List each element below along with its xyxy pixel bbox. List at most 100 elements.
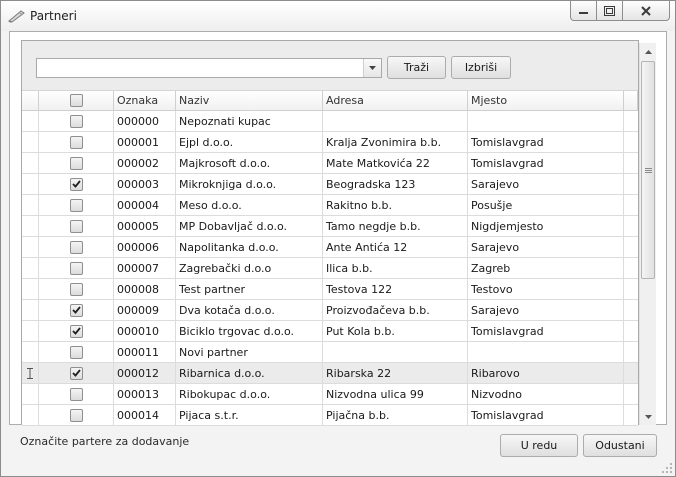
- cell-address[interactable]: Mate Matkovića 22: [323, 153, 468, 173]
- column-header-name[interactable]: Naziv: [176, 91, 323, 110]
- cell-place[interactable]: Tomislavgrad: [468, 405, 624, 425]
- scroll-down-button[interactable]: [640, 408, 656, 425]
- table-row[interactable]: 000013 Ribokupac d.o.o. Nizvodna ulica 99 N…: [22, 384, 638, 405]
- minimize-button[interactable]: [570, 1, 597, 21]
- table-row[interactable]: 000009 Dva kotača d.o.o. Proizvođačeva b.b…: [22, 300, 638, 321]
- cell-name[interactable]: Napolitanka d.o.o.: [176, 237, 323, 257]
- row-checkbox[interactable]: [69, 303, 83, 317]
- delete-button[interactable]: Izbriši: [451, 56, 511, 79]
- cell-code[interactable]: 000007: [114, 258, 176, 278]
- resize-grip-icon[interactable]: [662, 463, 672, 473]
- title-bar[interactable]: Partneri: [1, 1, 675, 31]
- row-checkbox[interactable]: [69, 156, 83, 170]
- row-checkbox[interactable]: [69, 345, 83, 359]
- cell-code[interactable]: 000012: [114, 363, 176, 383]
- cell-name[interactable]: Dva kotača d.o.o.: [176, 300, 323, 320]
- cell-code[interactable]: 000004: [114, 195, 176, 215]
- row-indicator[interactable]: [22, 174, 39, 194]
- cell-address[interactable]: [323, 342, 468, 362]
- column-header-place[interactable]: Mjesto: [468, 91, 624, 110]
- row-indicator[interactable]: [22, 237, 39, 257]
- row-indicator[interactable]: [22, 321, 39, 341]
- cell-code[interactable]: 000003: [114, 174, 176, 194]
- table-row[interactable]: 000008 Test partner Testova 122 Testovo: [22, 279, 638, 300]
- cell-name[interactable]: Majkrosoft d.o.o.: [176, 153, 323, 173]
- cell-address[interactable]: Nizvodna ulica 99: [323, 384, 468, 404]
- column-header-code[interactable]: Oznaka: [114, 91, 176, 110]
- row-indicator[interactable]: [22, 363, 39, 383]
- search-combobox[interactable]: [36, 58, 382, 78]
- row-checkbox[interactable]: [69, 408, 83, 422]
- cell-name[interactable]: Biciklo trgovac d.o.o.: [176, 321, 323, 341]
- table-row[interactable]: 000011 Novi partner: [22, 342, 638, 363]
- cancel-button[interactable]: Odustani: [583, 434, 657, 457]
- cell-name[interactable]: Nepoznati kupac: [176, 111, 323, 131]
- cell-code[interactable]: 000006: [114, 237, 176, 257]
- cell-name[interactable]: Pijaca s.t.r.: [176, 405, 323, 425]
- row-checkbox[interactable]: [69, 387, 83, 401]
- table-row[interactable]: 000007 Zagrebački d.o.o Ilica b.b. Zagreb: [22, 258, 638, 279]
- row-checkbox[interactable]: [69, 261, 83, 275]
- row-checkbox[interactable]: [69, 240, 83, 254]
- scroll-thumb[interactable]: [641, 61, 655, 279]
- row-checkbox[interactable]: [69, 282, 83, 296]
- table-row[interactable]: 000000 Nepoznati kupac: [22, 111, 638, 132]
- table-row[interactable]: 000004 Meso d.o.o. Rakitno b.b. Posušje: [22, 195, 638, 216]
- cell-place[interactable]: Tomislavgrad: [468, 132, 624, 152]
- search-button[interactable]: Traži: [387, 56, 446, 79]
- row-indicator[interactable]: [22, 111, 39, 131]
- cell-code[interactable]: 000001: [114, 132, 176, 152]
- maximize-button[interactable]: [597, 1, 623, 21]
- cell-address[interactable]: Ilica b.b.: [323, 258, 468, 278]
- row-indicator[interactable]: [22, 258, 39, 278]
- cell-address[interactable]: Pijačna b.b.: [323, 405, 468, 425]
- row-indicator[interactable]: [22, 132, 39, 152]
- table-row[interactable]: 000012 Ribarnica d.o.o. Ribarska 22 Ribarov…: [22, 363, 638, 384]
- cell-name[interactable]: Meso d.o.o.: [176, 195, 323, 215]
- cell-name[interactable]: Zagrebački d.o.o: [176, 258, 323, 278]
- row-checkbox[interactable]: [69, 198, 83, 212]
- cell-address[interactable]: Rakitno b.b.: [323, 195, 468, 215]
- cell-code[interactable]: 000014: [114, 405, 176, 425]
- table-row[interactable]: 000005 MP Dobavljač d.o.o. Tamo negdje b.b…: [22, 216, 638, 237]
- cell-code[interactable]: 000011: [114, 342, 176, 362]
- cell-place[interactable]: Posušje: [468, 195, 624, 215]
- row-checkbox[interactable]: [69, 114, 83, 128]
- cell-place[interactable]: Zagreb: [468, 258, 624, 278]
- cell-address[interactable]: Kralja Zvonimira b.b.: [323, 132, 468, 152]
- cell-code[interactable]: 000002: [114, 153, 176, 173]
- row-checkbox[interactable]: [69, 135, 83, 149]
- table-row[interactable]: 000010 Biciklo trgovac d.o.o. Put Kola b.b…: [22, 321, 638, 342]
- row-checkbox[interactable]: [69, 177, 83, 191]
- cell-place[interactable]: Nigdjemjesto: [468, 216, 624, 236]
- cell-name[interactable]: Novi partner: [176, 342, 323, 362]
- select-all-checkbox[interactable]: [69, 94, 83, 107]
- cell-code[interactable]: 000008: [114, 279, 176, 299]
- cell-code[interactable]: 000005: [114, 216, 176, 236]
- row-indicator[interactable]: [22, 384, 39, 404]
- table-row[interactable]: 000006 Napolitanka d.o.o. Ante Antića 12 Sa…: [22, 237, 638, 258]
- cell-place[interactable]: Sarajevo: [468, 237, 624, 257]
- cell-name[interactable]: MP Dobavljač d.o.o.: [176, 216, 323, 236]
- cell-address[interactable]: Tamo negdje b.b.: [323, 216, 468, 236]
- row-indicator[interactable]: [22, 405, 39, 425]
- cell-address[interactable]: Beogradska 123: [323, 174, 468, 194]
- row-indicator[interactable]: [22, 195, 39, 215]
- cell-place[interactable]: Sarajevo: [468, 174, 624, 194]
- cell-name[interactable]: Mikroknjiga d.o.o.: [176, 174, 323, 194]
- cell-place[interactable]: Sarajevo: [468, 300, 624, 320]
- cell-code[interactable]: 000013: [114, 384, 176, 404]
- cell-address[interactable]: Put Kola b.b.: [323, 321, 468, 341]
- close-button[interactable]: [623, 1, 670, 21]
- row-indicator[interactable]: [22, 342, 39, 362]
- cell-place[interactable]: Testovo: [468, 279, 624, 299]
- cell-place[interactable]: Tomislavgrad: [468, 153, 624, 173]
- cell-name[interactable]: Ribarnica d.o.o.: [176, 363, 323, 383]
- cell-address[interactable]: Testova 122: [323, 279, 468, 299]
- row-checkbox[interactable]: [69, 366, 83, 380]
- table-row[interactable]: 000002 Majkrosoft d.o.o. Mate Matkovića 22…: [22, 153, 638, 174]
- table-row[interactable]: 000003 Mikroknjiga d.o.o. Beogradska 123 Sa…: [22, 174, 638, 195]
- cell-place[interactable]: Ribarovo: [468, 363, 624, 383]
- row-checkbox[interactable]: [69, 324, 83, 338]
- row-indicator[interactable]: [22, 279, 39, 299]
